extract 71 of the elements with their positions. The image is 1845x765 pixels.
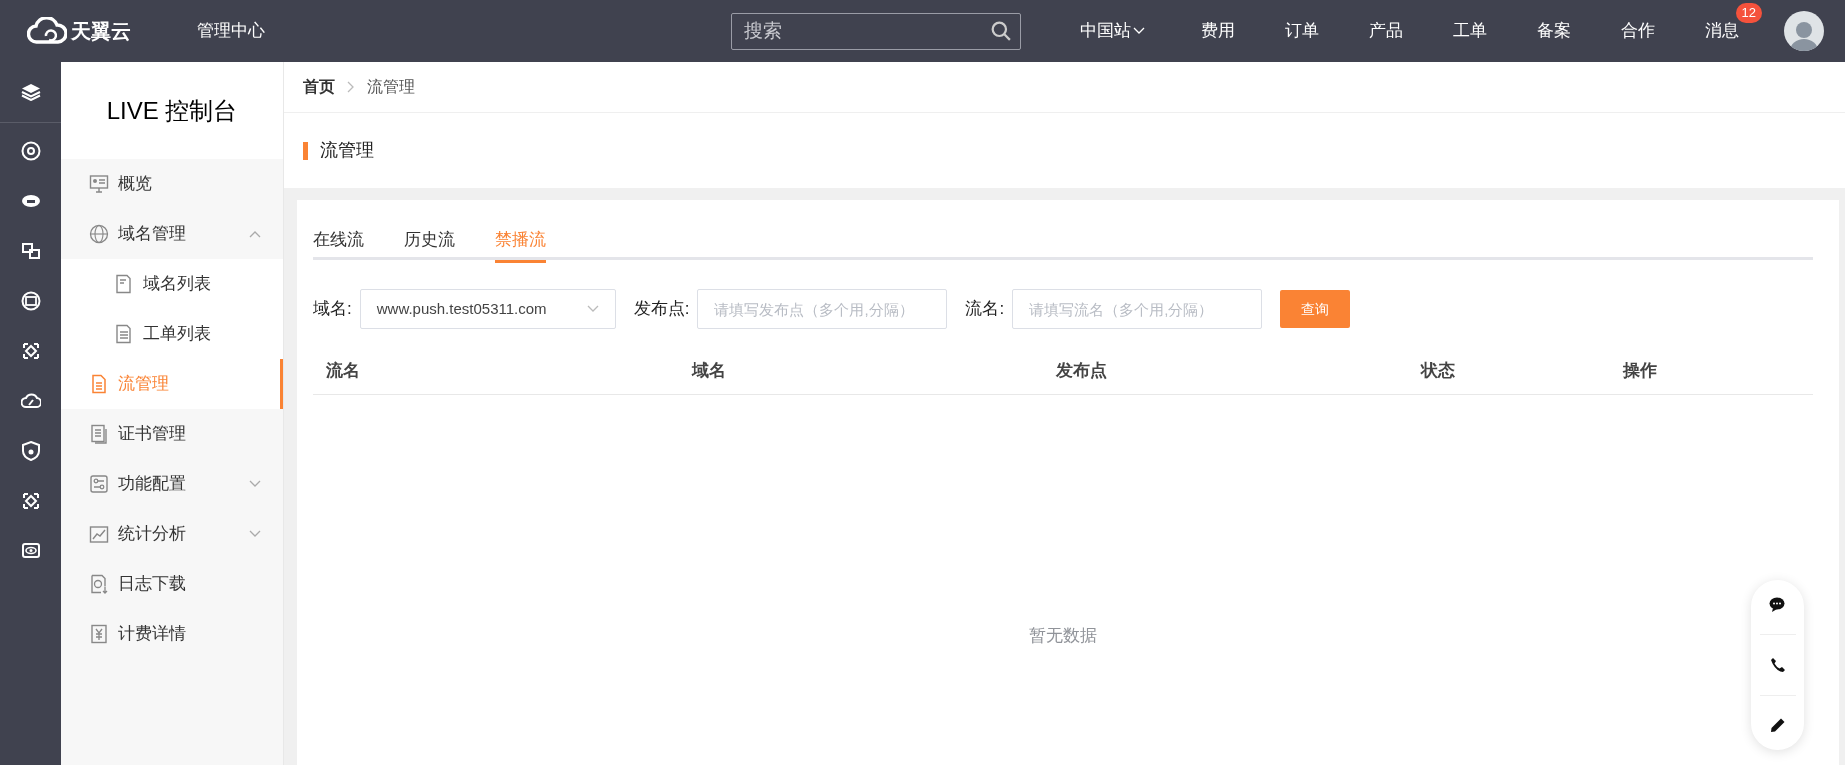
filter-label: 域名: <box>313 298 352 321</box>
nav-link[interactable]: 费用 <box>1201 11 1235 51</box>
nav-link[interactable]: 中国站 <box>1080 11 1145 51</box>
column-header: 发布点 <box>1056 359 1108 382</box>
column-header: 状态 <box>1421 359 1456 382</box>
breadcrumb-current: 流管理 <box>367 77 415 97</box>
filter-label: 流名: <box>965 298 1005 321</box>
nav-link[interactable]: 产品 <box>1369 11 1403 51</box>
sidebar-item[interactable]: 概览 <box>61 159 283 209</box>
globe-icon <box>89 224 109 244</box>
chevron-icon <box>249 230 261 238</box>
breadcrumb-separator-icon <box>347 81 355 93</box>
cloud-icon[interactable] <box>20 391 41 411</box>
com-file-icon <box>114 274 134 294</box>
document-icon <box>89 374 109 394</box>
chevron-icon <box>249 530 261 538</box>
sidebar-item[interactable]: 统计分析 <box>61 509 283 559</box>
pencil-icon[interactable] <box>1769 717 1786 734</box>
nav-link[interactable]: 工单 <box>1453 11 1487 51</box>
settings-sliders-icon <box>89 474 109 494</box>
nav-link[interactable]: 订单 <box>1285 11 1319 51</box>
tab[interactable]: 历史流 <box>404 220 455 263</box>
certificate-icon <box>89 424 109 444</box>
sidebar-subitem[interactable]: 域名列表 <box>61 259 283 309</box>
sidebar-item[interactable]: 证书管理 <box>61 409 283 459</box>
sidebar-subitem[interactable]: 工单列表 <box>61 309 283 359</box>
page-title: 流管理 <box>320 139 374 162</box>
breadcrumb-link[interactable]: 首页 <box>303 75 335 99</box>
search-field[interactable]: 搜索 <box>731 12 1021 50</box>
search-icon[interactable] <box>991 21 1011 41</box>
yuan-bill-icon <box>89 624 109 644</box>
cloud-logo-icon <box>27 17 67 45</box>
sidebar-item[interactable]: 日志下载 <box>61 559 283 609</box>
nav-link[interactable]: 合作 <box>1621 11 1655 51</box>
clock-download-icon <box>89 574 109 594</box>
window-icon[interactable] <box>20 291 41 311</box>
chevron-icon <box>249 480 261 488</box>
title-accent-bar <box>303 141 308 160</box>
sidebar-title: LIVE 控制台 <box>106 95 238 126</box>
nav-link[interactable]: 备案 <box>1537 11 1571 51</box>
brand-name: 天翼云 <box>71 19 131 44</box>
layers-icon[interactable] <box>20 83 41 101</box>
tab[interactable]: 在线流 <box>313 220 364 263</box>
empty-state-text: 暂无数据 <box>1029 625 1097 647</box>
scan-icon[interactable] <box>20 491 41 511</box>
scan-icon[interactable] <box>20 341 41 361</box>
person-silhouette-icon <box>1790 19 1818 51</box>
column-header: 域名 <box>692 359 727 382</box>
column-header: 操作 <box>1623 359 1658 382</box>
monitor-icon <box>89 174 109 194</box>
avatar[interactable] <box>1784 11 1824 51</box>
caret-icon <box>1133 27 1145 35</box>
line-chart-icon <box>89 524 109 544</box>
caret-icon <box>586 305 599 313</box>
column-header: 流名 <box>326 359 361 382</box>
phone-icon[interactable] <box>1769 657 1786 673</box>
sidebar-item[interactable]: 域名管理 <box>61 209 283 259</box>
shield-icon[interactable] <box>20 441 41 461</box>
filter-label: 发布点: <box>633 298 690 321</box>
domain-select[interactable]: www.push.test05311.com <box>359 289 616 329</box>
chat-icon[interactable] <box>1768 596 1787 613</box>
list-file-icon <box>114 324 134 344</box>
hub-icon[interactable] <box>20 141 41 161</box>
sidebar-item[interactable]: 功能配置 <box>61 459 283 509</box>
filter-input[interactable]: 请填写流名（多个用,分隔） <box>1012 289 1263 329</box>
filter-input[interactable]: 请填写发布点（多个用,分隔） <box>697 289 948 329</box>
sidebar-item[interactable]: 计费详情 <box>61 609 283 659</box>
network-icon[interactable] <box>20 241 41 261</box>
eye-monitor-icon[interactable] <box>20 541 41 561</box>
console-title[interactable]: 管理中心 <box>197 18 265 44</box>
notification-badge: 12 <box>1735 3 1762 23</box>
